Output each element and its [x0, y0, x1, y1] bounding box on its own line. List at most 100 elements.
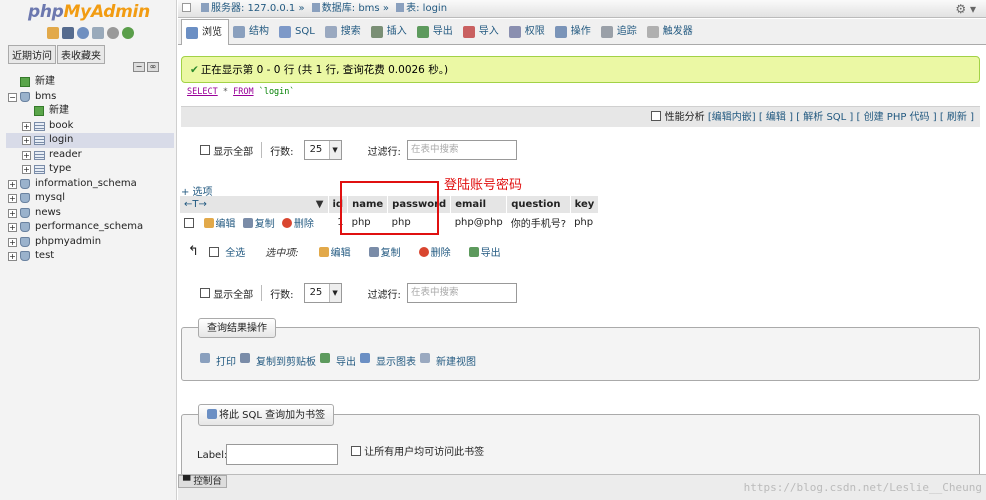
show-all-checkbox[interactable] — [200, 288, 210, 298]
tab-5[interactable]: 导出 — [413, 19, 459, 45]
tree-item[interactable]: + mysql — [6, 191, 174, 206]
tree-item[interactable]: + performance_schema — [6, 220, 174, 235]
recent-tab[interactable]: 近期访问 — [8, 45, 56, 64]
help-icon[interactable] — [77, 27, 89, 39]
check-all-checkbox[interactable] — [208, 246, 219, 257]
filter-input[interactable]: 在表中搜索 — [406, 140, 517, 160]
tree-item[interactable]: + phpmyadmin — [6, 235, 174, 250]
pencil-icon — [318, 246, 329, 257]
expand-icon[interactable]: + — [22, 121, 31, 131]
expand-icon[interactable]: + — [8, 179, 17, 189]
row-edit-link[interactable]: 编辑 — [216, 219, 236, 230]
refresh-link[interactable]: [ 刷新 ] — [940, 112, 974, 123]
tree-item[interactable]: + type — [6, 162, 174, 177]
collapse-nav-icon[interactable] — [182, 3, 191, 12]
tree-item[interactable]: 新建 — [6, 75, 174, 90]
tab-0[interactable]: 浏览 — [181, 19, 229, 45]
tree-item[interactable]: + reader — [6, 148, 174, 163]
sort-arrows[interactable]: ←T→ — [184, 199, 207, 210]
create-php-code-link[interactable]: [ 创建 PHP 代码 ] — [857, 112, 937, 123]
copy-to-clipboard-link[interactable]: 复制到剪贴板 — [256, 353, 316, 368]
settings-icon[interactable]: ⚙ ▾ — [955, 0, 976, 18]
tree-item[interactable]: + test — [6, 249, 174, 264]
tab-8[interactable]: 操作 — [551, 19, 597, 45]
tab-4[interactable]: 插入 — [367, 19, 413, 45]
column-header-email[interactable]: email — [450, 196, 508, 213]
expand-icon[interactable]: + — [8, 208, 17, 218]
row-copy-link[interactable]: 复制 — [255, 219, 275, 230]
bulk-delete-link[interactable]: 删除 — [431, 244, 451, 259]
expand-icon[interactable]: + — [22, 150, 31, 160]
profiling-checkbox[interactable] — [651, 111, 662, 121]
favorites-tab[interactable]: 表收藏夹 — [57, 45, 105, 64]
tree-item[interactable]: − bms — [6, 90, 174, 105]
print-link[interactable]: 打印 — [216, 353, 236, 368]
console-tab[interactable]: ▀ 控制台 — [178, 475, 227, 488]
sql-keyword[interactable]: FROM — [233, 87, 253, 97]
tree-item[interactable]: + book — [6, 119, 174, 134]
bookmark-label-text: Label: — [197, 450, 228, 461]
show-all-checkbox[interactable] — [200, 145, 210, 155]
breadcrumb-server[interactable]: 服务器: 127.0.0.1 — [211, 3, 295, 14]
export-link[interactable]: 导出 — [336, 353, 356, 368]
filter-input[interactable]: 在表中搜索 — [406, 283, 517, 303]
tree-item[interactable]: 新建 — [6, 104, 174, 119]
bookmark-public-checkbox[interactable] — [351, 446, 361, 456]
create-view-link[interactable]: 新建视图 — [436, 353, 476, 368]
new-icon — [20, 77, 30, 87]
logout-icon[interactable] — [62, 27, 74, 39]
sort-arrows-header[interactable]: ←T→ ▼ — [180, 196, 329, 213]
tab-9[interactable]: 追踪 — [597, 19, 643, 45]
home-icon[interactable] — [47, 27, 59, 39]
tab-label: 追踪 — [616, 26, 637, 37]
expand-icon[interactable]: + — [22, 136, 31, 145]
sql-keyword[interactable]: SELECT — [187, 87, 218, 97]
expand-icon[interactable]: + — [8, 252, 17, 261]
collapse-all-icon[interactable]: − — [133, 62, 145, 72]
database-icon — [20, 207, 30, 218]
bulk-copy-link[interactable]: 复制 — [381, 244, 401, 259]
tree-item[interactable]: + information_schema — [6, 177, 174, 192]
export-icon — [320, 353, 330, 363]
tree-item-label: login — [49, 134, 74, 145]
tab-10[interactable]: 触发器 — [643, 19, 699, 45]
docs-icon[interactable] — [92, 27, 104, 39]
breadcrumb-table[interactable]: 表: login — [406, 3, 447, 14]
rows-select[interactable]: 25 ▼ — [303, 283, 342, 303]
breadcrumb-database[interactable]: 数据库: bms — [322, 3, 380, 14]
sort-dropdown-icon[interactable]: ▼ — [316, 199, 324, 210]
edit-link[interactable]: [ 编辑 ] — [759, 112, 793, 123]
bulk-edit-link[interactable]: 编辑 — [331, 244, 351, 259]
tab-7[interactable]: 权限 — [505, 19, 551, 45]
column-header-question[interactable]: question — [506, 196, 571, 213]
database-icon — [311, 3, 320, 12]
bookmark-label-input[interactable] — [226, 444, 338, 465]
column-header-key[interactable]: key — [570, 196, 600, 213]
expand-icon[interactable]: + — [8, 194, 17, 203]
collapse-icon[interactable]: − — [8, 92, 17, 102]
phpmyadmin-logo[interactable]: phpMyAdmin — [28, 2, 150, 22]
tree-item[interactable]: + news — [6, 206, 174, 221]
gear-icon[interactable] — [107, 27, 119, 39]
expand-icon[interactable]: + — [8, 237, 17, 247]
tab-6[interactable]: 导入 — [459, 19, 505, 45]
tab-1[interactable]: 结构 — [229, 19, 275, 45]
row-checkbox[interactable] — [184, 217, 194, 228]
sql-star: * — [222, 87, 228, 97]
tree-item[interactable]: + login — [6, 133, 174, 148]
copy-icon — [240, 353, 250, 363]
explain-sql-link[interactable]: [ 解析 SQL ] — [796, 112, 853, 123]
row-delete-link[interactable]: 删除 — [294, 219, 314, 230]
expand-icon[interactable]: + — [22, 165, 31, 174]
tree-item-label: type — [49, 163, 72, 174]
display-chart-link[interactable]: 显示图表 — [376, 353, 416, 368]
check-all-link[interactable]: 全选 — [225, 244, 245, 259]
expand-icon[interactable]: + — [8, 223, 17, 232]
bulk-export-link[interactable]: 导出 — [481, 244, 501, 259]
tab-2[interactable]: SQL — [275, 19, 321, 45]
reload-icon[interactable] — [122, 27, 134, 39]
edit-inline-link[interactable]: [编辑内嵌] — [708, 112, 756, 123]
tab-3[interactable]: 搜索 — [321, 19, 367, 45]
link-icon[interactable]: ∞ — [147, 62, 159, 72]
rows-select[interactable]: 25 ▼ — [303, 140, 342, 160]
